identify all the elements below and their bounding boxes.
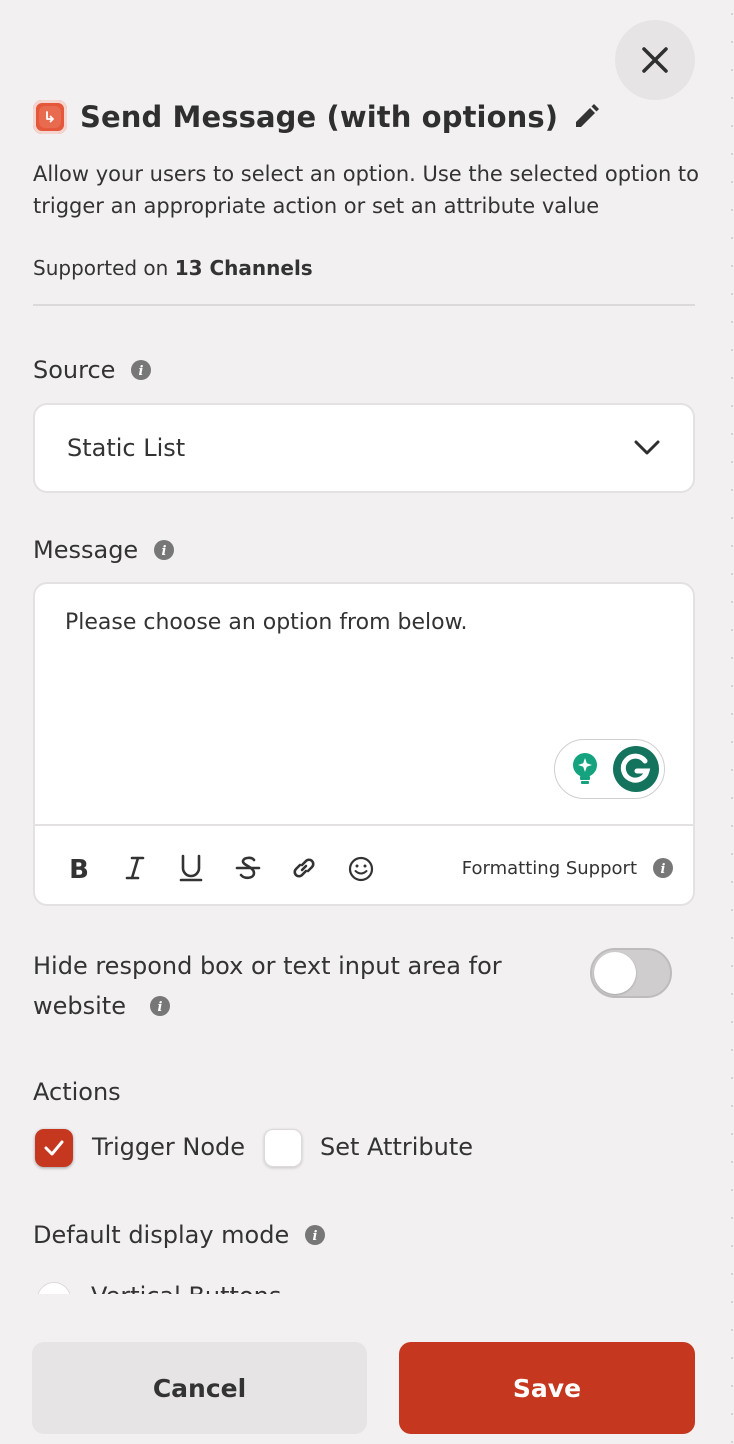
divider [33, 304, 695, 306]
message-info-icon[interactable]: i [154, 540, 175, 560]
italic-button[interactable] [115, 826, 155, 904]
source-info-icon[interactable]: i [131, 360, 152, 380]
checkmark-icon [44, 1140, 64, 1156]
display-mode-options: Vertical Buttons [33, 1270, 693, 1294]
cancel-button[interactable]: Cancel [32, 1342, 367, 1434]
message-label: Message i [33, 536, 175, 564]
actions-label: Actions [33, 1078, 121, 1106]
bold-button[interactable]: B [59, 826, 99, 904]
edit-title-button[interactable] [572, 103, 600, 131]
grammarly-widget[interactable] [554, 739, 665, 799]
message-editor[interactable]: Please choose an option from below. B Fo… [33, 582, 695, 906]
link-icon [293, 858, 315, 878]
underline-icon [179, 854, 203, 882]
strikethrough-icon [235, 856, 261, 880]
close-icon [642, 47, 668, 73]
display-mode-info-icon[interactable]: i [305, 1225, 326, 1245]
source-selected-value: Static List [67, 434, 186, 462]
svg-text:i: i [162, 544, 167, 559]
pencil-icon [576, 104, 600, 127]
source-select[interactable]: Static List [33, 403, 695, 493]
emoji-button[interactable] [341, 826, 381, 904]
lightbulb-icon [573, 753, 597, 784]
title-row: Send Message (with options) [33, 100, 600, 134]
link-button[interactable] [284, 826, 324, 904]
channel-count: 13 Channels [174, 256, 313, 280]
trigger-node-label: Trigger Node [92, 1133, 246, 1161]
close-button[interactable] [615, 20, 695, 100]
vertical-buttons-label: Vertical Buttons [91, 1282, 281, 1294]
italic-icon [125, 856, 145, 880]
formatting-support: Formatting Support i [461, 826, 673, 904]
hide-respond-label: Hide respond box or text input area for … [33, 952, 502, 1020]
page-title: Send Message (with options) [80, 100, 559, 134]
dotted-edge [730, 0, 734, 1444]
formatting-support-label: Formatting Support [461, 857, 637, 879]
svg-text:i: i [139, 364, 144, 379]
save-button[interactable]: Save [399, 1342, 695, 1434]
formatting-info-icon[interactable]: i [653, 858, 673, 878]
vertical-buttons-radio[interactable] [37, 1282, 71, 1294]
emoji-icon [348, 856, 374, 882]
set-attribute-checkbox[interactable] [264, 1129, 302, 1167]
hide-respond-toggle[interactable] [590, 948, 672, 998]
bold-icon: B [69, 855, 89, 882]
send-message-node-icon [33, 100, 67, 134]
grammarly-icon [613, 746, 659, 792]
svg-text:B: B [69, 855, 89, 882]
node-description: Allow your users to select an option. Us… [33, 162, 700, 218]
source-label: Source i [33, 356, 152, 384]
toggle-knob [594, 952, 636, 994]
chevron-down-icon [634, 440, 660, 455]
underline-button[interactable] [171, 826, 211, 904]
supported-channels: Supported on 13 Channels [33, 256, 313, 280]
svg-text:i: i [661, 862, 666, 877]
trigger-node-checkbox[interactable] [35, 1129, 73, 1167]
hide-respond-info-icon[interactable]: i [149, 996, 170, 1016]
formatting-toolbar: B Formatting Support i [35, 824, 693, 904]
svg-text:i: i [313, 1229, 318, 1244]
display-mode-label: Default display mode i [33, 1221, 326, 1249]
svg-text:i: i [157, 1000, 162, 1015]
strikethrough-button[interactable] [228, 826, 268, 904]
set-attribute-label: Set Attribute [320, 1133, 474, 1161]
message-text[interactable]: Please choose an option from below. [65, 610, 468, 635]
